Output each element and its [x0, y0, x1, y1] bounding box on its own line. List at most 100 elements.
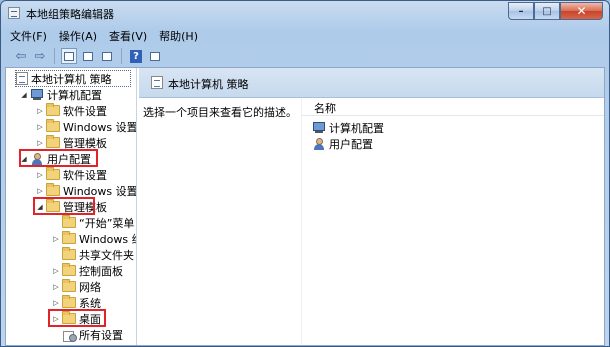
forward-arrow-icon: ⇨ [34, 48, 46, 64]
tree-item-start-menu[interactable]: “开始”菜单 [50, 215, 134, 230]
collapsed-arrow-icon[interactable]: ▷ [50, 267, 62, 275]
collapsed-arrow-icon[interactable]: ▷ [34, 107, 46, 115]
tree-item-shared-folders[interactable]: 共享文件夹 [50, 247, 134, 262]
expanded-arrow-icon[interactable]: ◢ [18, 91, 30, 99]
menu-file[interactable]: 文件(F) [5, 28, 54, 44]
highlight-box-desktop [48, 309, 106, 327]
tree-item-label: 控制面板 [79, 264, 123, 278]
export-list-button[interactable] [99, 48, 115, 64]
folder-icon [46, 183, 60, 196]
help-icon: ? [130, 49, 142, 63]
description-text: 选择一个项目来查看它的描述。 [143, 106, 297, 119]
back-button[interactable]: ⇦ [13, 48, 29, 64]
list-item-user-config[interactable]: 用户配置 [312, 136, 373, 151]
details-pane: 本地计算机 策略 选择一个项目来查看它的描述。 名称 计算机配置 用户配置 [139, 68, 604, 345]
folder-icon [62, 263, 76, 276]
tree-item-label: 本地计算机 策略 [31, 72, 112, 86]
collapsed-arrow-icon[interactable]: ▷ [34, 171, 46, 179]
details-header: 本地计算机 策略 [139, 68, 604, 98]
tree-item-system[interactable]: ▷ 系统 [50, 295, 101, 310]
list-item-label: 用户配置 [329, 137, 373, 151]
description-area: 选择一个项目来查看它的描述。 [139, 98, 299, 345]
folder-icon [46, 167, 60, 180]
back-arrow-icon: ⇦ [15, 48, 27, 64]
tree-item-control-panel[interactable]: ▷ 控制面板 [50, 263, 123, 278]
tree-item-windows-settings[interactable]: ▷ Windows 设置 [34, 119, 137, 134]
tree-item-all-settings[interactable]: 所有设置 [50, 327, 123, 342]
tree-item-label: 共享文件夹 [79, 248, 134, 262]
tree-item-label: Windows 组件 [79, 232, 136, 246]
tree-item-user-windows-settings[interactable]: ▷ Windows 设置 [34, 183, 136, 198]
folder-icon [46, 103, 60, 116]
computer-icon [30, 89, 44, 100]
maximize-button[interactable]: □ [534, 2, 560, 20]
folder-icon [62, 295, 76, 308]
user-icon [312, 137, 326, 150]
folder-icon [46, 119, 60, 132]
gpedit-window: 本地组策略编辑器 – □ ✕ 文件(F) 操作(A) 查看(V) 帮助(H) ⇦… [0, 0, 610, 347]
tree-item-label: 所有设置 [79, 328, 123, 342]
tree-item-network[interactable]: ▷ 网络 [50, 279, 101, 294]
window-title: 本地组策略编辑器 [26, 8, 114, 21]
highlight-box-admin-templates [33, 197, 95, 215]
close-icon: ✕ [576, 4, 587, 18]
list-item-computer-config[interactable]: 计算机配置 [312, 120, 384, 135]
tree-item-user-software-settings[interactable]: ▷ 软件设置 [34, 167, 107, 182]
highlight-box-user-config [19, 149, 98, 167]
toolbar-separator [54, 48, 55, 64]
properties-button[interactable] [80, 48, 96, 64]
collapsed-arrow-icon[interactable]: ▷ [50, 283, 62, 291]
folder-icon [62, 231, 76, 244]
title-bar[interactable]: 本地组策略编辑器 – □ ✕ [1, 1, 609, 25]
policy-doc-icon [16, 72, 28, 85]
folder-icon [62, 279, 76, 292]
tree-item-label: Windows 设置 [63, 120, 137, 134]
collapsed-arrow-icon[interactable]: ▷ [34, 187, 46, 195]
tree-item-label: 软件设置 [63, 104, 107, 118]
export-list-icon [102, 51, 112, 61]
maximize-icon: □ [542, 5, 552, 17]
collapsed-arrow-icon[interactable]: ▷ [50, 235, 62, 243]
tree-item-windows-components[interactable]: ▷ Windows 组件 [50, 231, 136, 246]
column-header-name[interactable]: 名称 [302, 100, 604, 116]
action-pane-icon [150, 51, 160, 61]
tree-item-label: 网络 [79, 280, 101, 294]
collapsed-arrow-icon[interactable]: ▷ [34, 139, 46, 147]
tree-item-admin-templates[interactable]: ▷ 管理模板 [34, 135, 107, 150]
menu-action[interactable]: 操作(A) [54, 28, 104, 44]
menu-view[interactable]: 查看(V) [104, 28, 154, 44]
minimize-icon: – [518, 5, 524, 17]
tree-item-software-settings[interactable]: ▷ 软件设置 [34, 103, 107, 118]
menu-help[interactable]: 帮助(H) [154, 28, 205, 44]
settings-icon [62, 329, 77, 342]
list-item-label: 计算机配置 [329, 121, 384, 135]
collapsed-arrow-icon[interactable]: ▷ [50, 299, 62, 307]
folder-icon [62, 247, 76, 260]
toolbar: ⇦ ⇨ ? [5, 45, 605, 67]
policy-doc-icon [151, 76, 163, 89]
menu-bar: 文件(F) 操作(A) 查看(V) 帮助(H) [5, 28, 605, 44]
minimize-button[interactable]: – [508, 2, 534, 20]
console-tree-icon [64, 51, 74, 61]
tree-item-computer-config[interactable]: ◢ 计算机配置 [18, 87, 102, 102]
show-action-pane-button[interactable] [147, 48, 163, 64]
client-area: 本地计算机 策略 ◢ 计算机配置 ▷ 软件设置 ▷ Windows 设置 ▷ 管 [5, 67, 605, 346]
close-button[interactable]: ✕ [560, 2, 603, 20]
caption-buttons: – □ ✕ [508, 2, 603, 20]
toolbar-separator [121, 48, 122, 64]
show-hide-tree-button[interactable] [61, 48, 77, 64]
tree-item-label: 计算机配置 [47, 88, 102, 102]
gpedit-app-icon [8, 7, 20, 19]
tree-item-label: 软件设置 [63, 168, 107, 182]
help-button[interactable]: ? [128, 48, 144, 64]
folder-icon [46, 135, 60, 148]
computer-icon [312, 122, 326, 133]
console-tree: 本地计算机 策略 ◢ 计算机配置 ▷ 软件设置 ▷ Windows 设置 ▷ 管 [6, 68, 137, 345]
details-header-title: 本地计算机 策略 [168, 78, 249, 91]
properties-icon [83, 51, 93, 61]
tree-item-label: “开始”菜单 [79, 216, 135, 230]
forward-button[interactable]: ⇨ [32, 48, 48, 64]
tree-item-local-policy[interactable]: 本地计算机 策略 [16, 71, 112, 86]
collapsed-arrow-icon[interactable]: ▷ [34, 123, 46, 131]
folder-icon [62, 215, 76, 228]
